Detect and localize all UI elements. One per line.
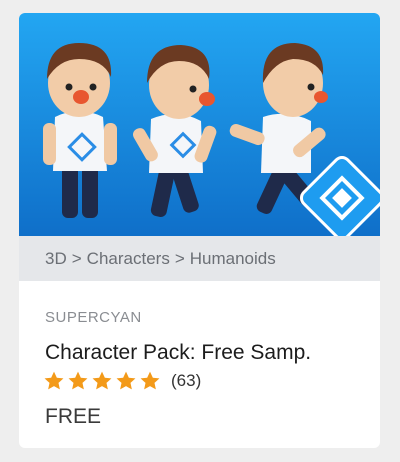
breadcrumb-separator: > bbox=[174, 249, 185, 268]
star-icon bbox=[44, 371, 64, 390]
breadcrumb-separator: > bbox=[71, 249, 82, 268]
breadcrumb-item[interactable]: Humanoids bbox=[190, 249, 276, 268]
breadcrumb-item[interactable]: Characters bbox=[87, 249, 170, 268]
product-card[interactable]: 3D > Characters > Humanoids SUPERCYAN Charac… bbox=[19, 13, 380, 448]
breadcrumb-item[interactable]: 3D bbox=[45, 249, 67, 268]
star-icon bbox=[92, 371, 112, 390]
rating-count: (63) bbox=[171, 371, 202, 390]
publisher-name[interactable]: SUPERCYAN bbox=[45, 309, 142, 326]
product-title[interactable]: Character Pack: Free Samp. bbox=[45, 341, 311, 365]
rating: (63) bbox=[43, 369, 201, 393]
price: FREE bbox=[45, 405, 102, 428]
product-thumbnail[interactable] bbox=[19, 13, 380, 236]
breadcrumb: 3D > Characters > Humanoids bbox=[19, 236, 380, 281]
star-icon bbox=[116, 371, 136, 390]
thumbnail-image bbox=[19, 13, 380, 236]
star-icon bbox=[140, 371, 160, 390]
star-icon bbox=[68, 371, 88, 390]
